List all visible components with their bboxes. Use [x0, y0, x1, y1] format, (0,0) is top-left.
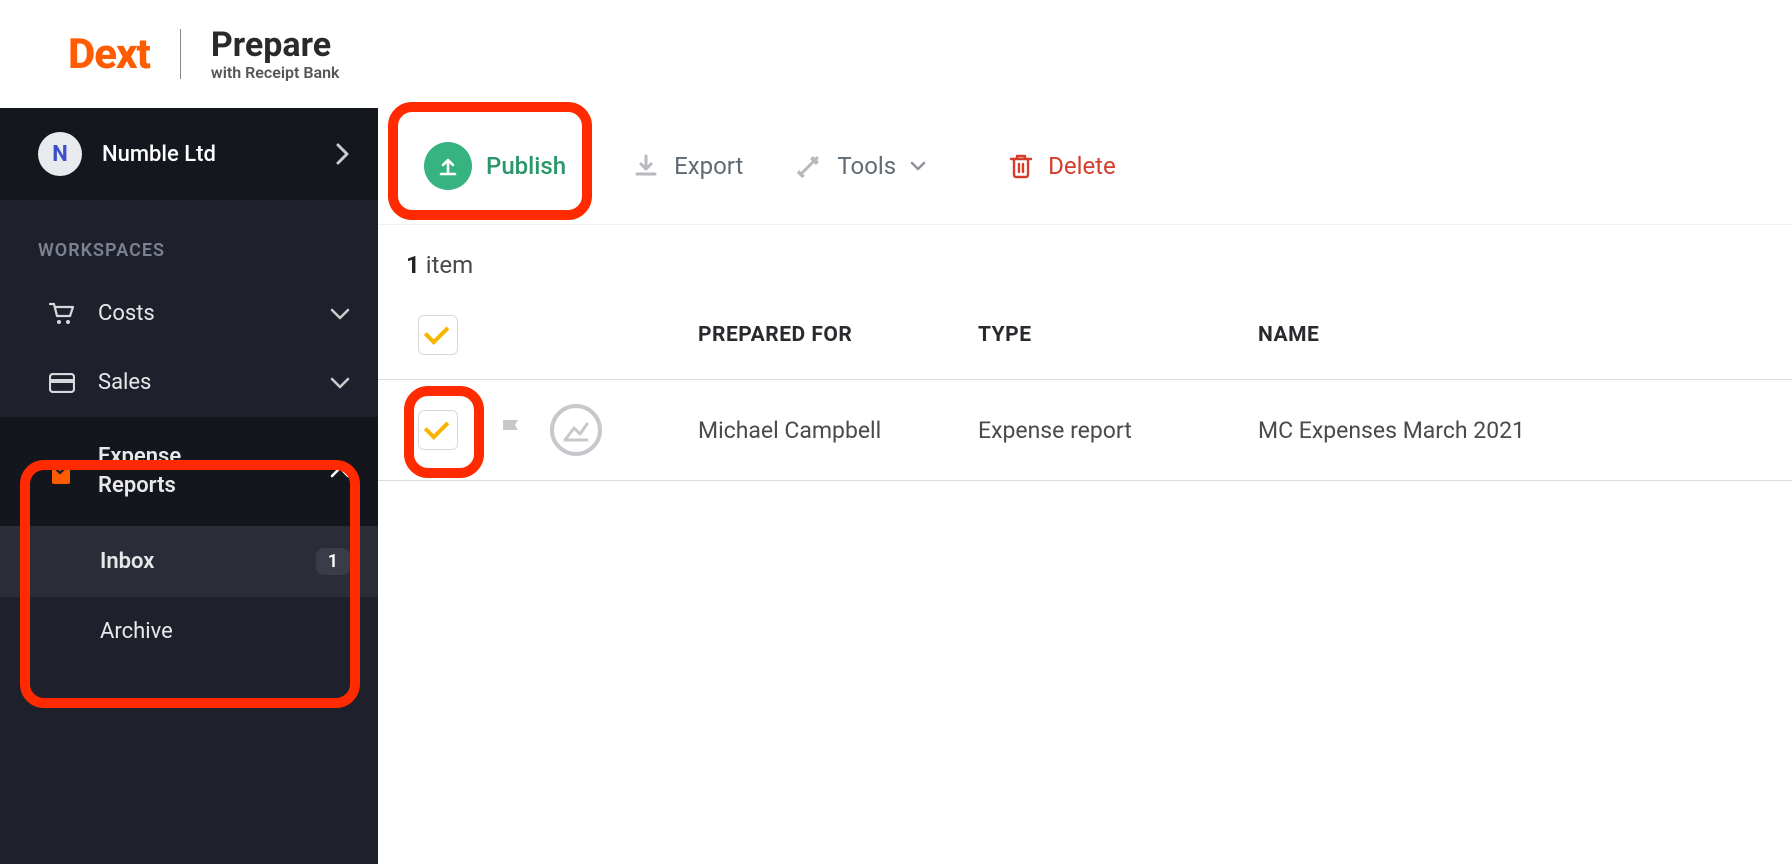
status-icon[interactable]	[550, 404, 602, 456]
col-name[interactable]: NAME	[1258, 323, 1792, 347]
cell-prepared-for: Michael Campbell	[698, 417, 978, 444]
toolbar: Publish Export Tools	[378, 108, 1792, 225]
delete-icon	[1008, 152, 1034, 180]
col-prepared-for[interactable]: PREPARED FOR	[698, 323, 978, 347]
tools-button[interactable]: Tools	[777, 140, 944, 192]
cell-type: Expense report	[978, 417, 1258, 444]
select-all-checkbox[interactable]	[418, 315, 458, 355]
publish-label: Publish	[486, 152, 566, 180]
row-checkbox[interactable]	[418, 410, 458, 450]
sidebar-item-costs[interactable]: Costs	[0, 279, 378, 348]
export-icon	[632, 152, 660, 180]
workspaces-label: WORKSPACES	[0, 200, 378, 279]
logo-divider	[180, 29, 181, 79]
table-header: PREPARED FOR TYPE NAME	[378, 305, 1792, 379]
nav-label: Inbox	[100, 549, 294, 574]
cell-name: MC Expenses March 2021	[1258, 417, 1792, 444]
flag-icon[interactable]	[498, 416, 524, 444]
sidebar-item-expense-reports[interactable]: Expense Reports	[0, 417, 378, 526]
app-header: Dext Prepare with Receipt Bank	[0, 0, 1792, 108]
inbox-count-badge: 1	[316, 548, 350, 575]
sidebar-item-inbox[interactable]: Inbox 1	[0, 526, 378, 597]
sidebar: N Numble Ltd WORKSPACES Costs Sales	[0, 108, 378, 864]
delete-button[interactable]: Delete	[990, 140, 1134, 192]
chevron-right-icon	[336, 143, 350, 165]
item-count: 1 item	[378, 225, 1792, 305]
publish-icon	[424, 142, 472, 190]
sidebar-item-archive[interactable]: Archive	[0, 597, 378, 666]
tools-label: Tools	[837, 152, 896, 180]
product-title-block: Prepare with Receipt Bank	[211, 27, 340, 82]
sidebar-item-sales[interactable]: Sales	[0, 348, 378, 417]
nav-label: Archive	[100, 619, 350, 644]
product-subtitle: with Receipt Bank	[211, 64, 340, 82]
col-type[interactable]: TYPE	[978, 323, 1258, 347]
main-content: Publish Export Tools	[378, 108, 1792, 864]
nav-label: Expense Reports	[98, 443, 308, 500]
brand-logo: Dext	[68, 30, 150, 79]
card-icon	[48, 373, 76, 393]
table-row[interactable]: Michael Campbell Expense report MC Expen…	[378, 379, 1792, 481]
export-label: Export	[674, 152, 743, 180]
delete-label: Delete	[1048, 152, 1116, 180]
chevron-down-icon	[330, 377, 350, 389]
company-name: Numble Ltd	[102, 142, 316, 167]
export-button[interactable]: Export	[614, 140, 761, 192]
nav-label: Costs	[98, 301, 308, 326]
nav-label: Sales	[98, 370, 308, 395]
chevron-down-icon	[330, 308, 350, 320]
tools-icon	[795, 152, 823, 180]
chevron-up-icon	[330, 466, 350, 478]
chevron-down-icon	[910, 161, 926, 171]
cart-icon	[48, 302, 76, 326]
product-title: Prepare	[211, 27, 340, 64]
company-avatar: N	[38, 132, 82, 176]
publish-button[interactable]: Publish	[406, 130, 584, 202]
report-icon	[48, 458, 76, 486]
company-switcher[interactable]: N Numble Ltd	[0, 108, 378, 200]
